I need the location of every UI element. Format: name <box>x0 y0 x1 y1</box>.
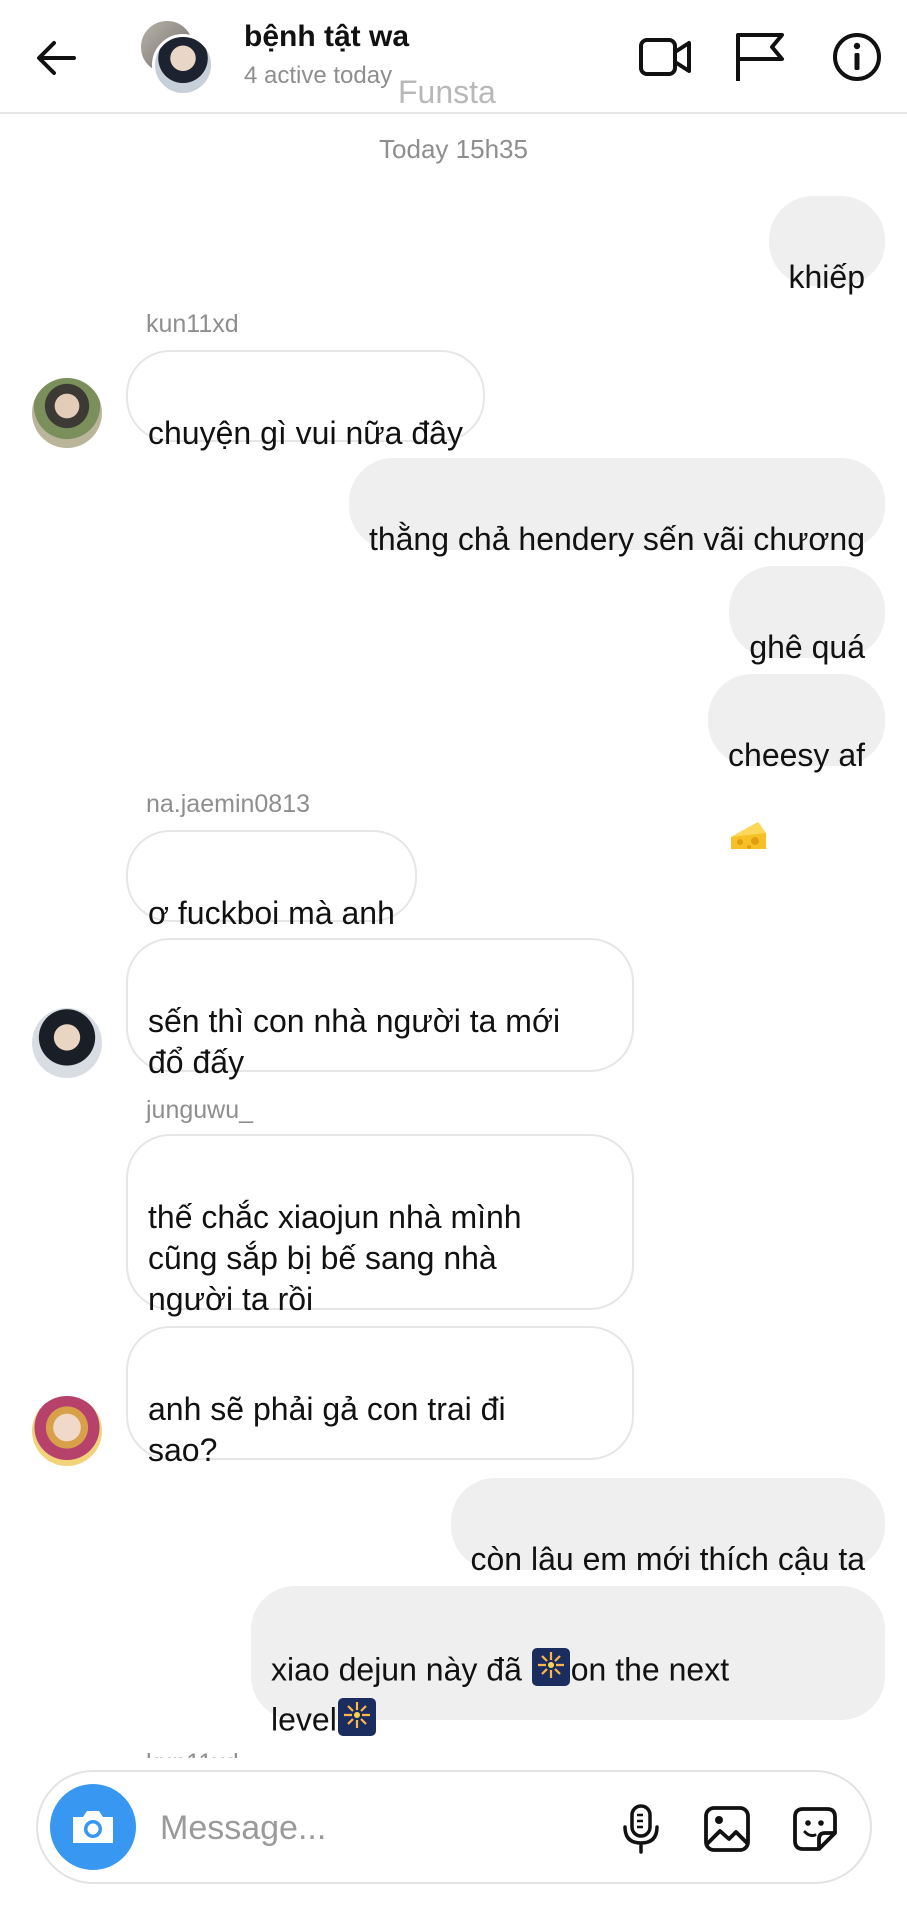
message-text: chuyện gì vui nữa đây <box>148 415 463 451</box>
message-text: ghê quá <box>749 629 865 665</box>
message-input[interactable] <box>158 1800 542 1856</box>
sender-avatar[interactable] <box>32 1396 102 1466</box>
sender-username: kun11xd <box>146 310 239 338</box>
info-button[interactable] <box>826 26 888 88</box>
message-bubble-outgoing[interactable]: xiao dejun này đã on the next level <box>251 1586 885 1737</box>
back-arrow-icon <box>37 41 76 75</box>
message-bubble-outgoing[interactable]: khiếp <box>768 196 885 295</box>
flag-icon <box>736 33 784 81</box>
gallery-button[interactable] <box>698 1800 756 1858</box>
group-title[interactable]: bệnh tật wa <box>244 20 409 54</box>
sender-avatar[interactable] <box>32 1008 102 1078</box>
message-composer <box>36 1770 872 1884</box>
message-text: anh sẽ phải gả con trai đi sao? <box>148 1391 506 1468</box>
message-bubble-outgoing[interactable]: cheesy af <box>708 674 885 849</box>
message-text: sến thì con nhà người ta mới đổ đấy <box>148 1003 561 1080</box>
message-bubble-incoming[interactable]: sến thì con nhà người ta mới đổ đấy <box>126 938 634 1080</box>
report-button[interactable] <box>728 26 790 88</box>
message-bubble-outgoing[interactable]: còn lâu em mới thích cậu ta <box>450 1478 885 1659</box>
sender-username: kun11xd <box>146 1748 239 1758</box>
message-text: cheesy af <box>728 737 865 773</box>
message-text: xiao dejun này đã <box>271 1651 531 1688</box>
fireworks-emoji-icon <box>531 1647 571 1697</box>
video-call-icon <box>639 38 691 76</box>
message-bubble-incoming[interactable]: chuyện gì vui nữa đây <box>126 350 485 451</box>
back-button[interactable] <box>28 30 84 86</box>
camera-button[interactable] <box>50 1784 136 1870</box>
message-text: thằng chả hendery sến vãi chương <box>368 521 865 557</box>
message-text: ơ fuckboi mà anh <box>148 895 395 931</box>
sender-username: na.jaemin0813 <box>146 790 311 818</box>
camera-icon <box>73 1811 113 1843</box>
message-text: thế chắc xiaojun nhà mình cũng sắp bị bế… <box>148 1199 522 1317</box>
watermark: Funsta <box>398 74 496 110</box>
sender-username: junguwu_ <box>146 1096 254 1124</box>
message-text: khiếp <box>788 259 866 295</box>
message-bubble-incoming[interactable]: anh sẽ phải gả con trai đi sao? <box>126 1326 634 1468</box>
message-bubble-incoming[interactable]: thế chắc xiaojun nhà mình cũng sắp bị bế… <box>126 1134 634 1317</box>
message-bubble-incoming[interactable]: ơ fuckboi mà anh <box>126 830 417 931</box>
fireworks-emoji-icon <box>337 1697 377 1747</box>
gallery-icon <box>704 1806 750 1852</box>
microphone-icon <box>623 1804 659 1854</box>
timestamp: Today 15h35 <box>379 134 528 164</box>
message-bubble-outgoing[interactable]: ghê quá <box>729 566 885 665</box>
video-call-button[interactable] <box>634 26 696 88</box>
sticker-icon <box>793 1807 837 1851</box>
message-bubble-outgoing[interactable]: thằng chả hendery sến vãi chương <box>348 458 885 557</box>
group-avatar[interactable] <box>138 18 218 96</box>
info-icon <box>833 33 881 81</box>
active-status: 4 active today <box>244 62 393 89</box>
sticker-button[interactable] <box>786 1800 844 1858</box>
chat-header: bệnh tật wa 4 active today Funsta <box>0 0 907 114</box>
message-text: còn lâu em mới thích cậu ta <box>470 1541 866 1577</box>
member-avatar-2 <box>152 34 214 96</box>
sender-avatar[interactable] <box>32 378 102 448</box>
voice-message-button[interactable] <box>612 1800 670 1858</box>
cheese-emoji-icon <box>728 776 768 863</box>
